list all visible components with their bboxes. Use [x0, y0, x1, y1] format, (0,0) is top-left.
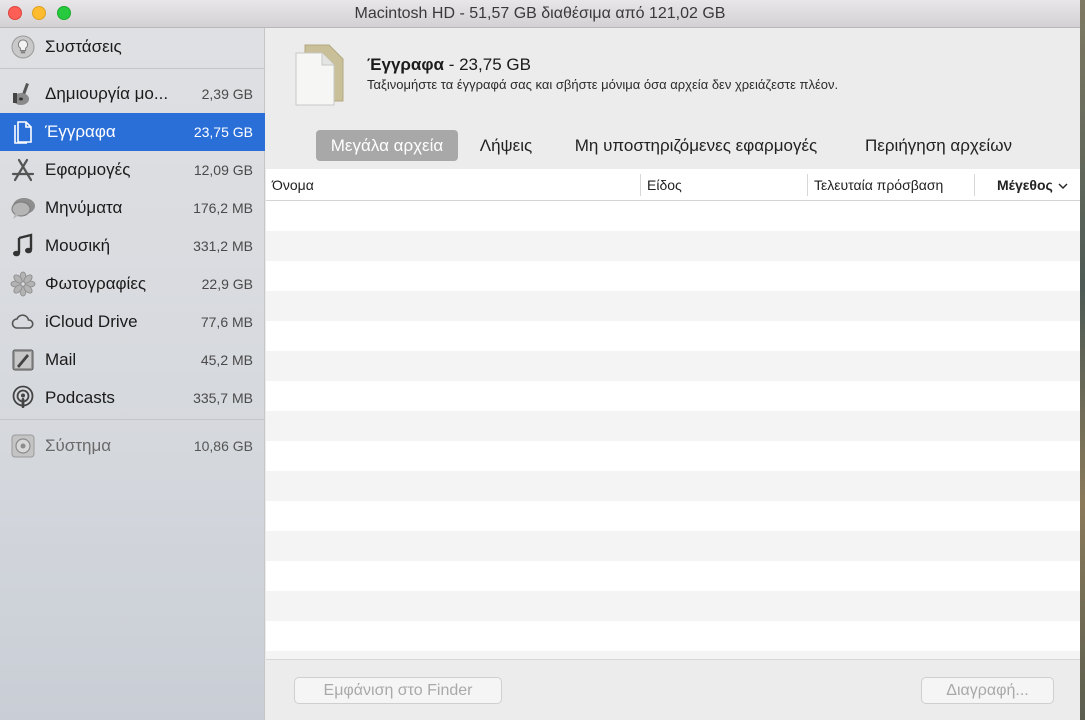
sidebar-item-size: 10,86 GB	[193, 438, 253, 454]
sidebar-item-icloud-drive[interactable]: iCloud Drive 77,6 MB	[0, 303, 265, 341]
sidebar-item-applications[interactable]: Εφαρμογές 12,09 GB	[0, 151, 265, 189]
sidebar-item-music[interactable]: Μουσική 331,2 MB	[0, 227, 265, 265]
lightbulb-icon	[9, 34, 36, 61]
table-row	[266, 321, 1080, 351]
column-header-name[interactable]: Όνομα	[272, 177, 314, 193]
photos-icon	[9, 271, 36, 298]
sidebar-item-label: Εφαρμογές	[45, 160, 131, 179]
sidebar-item-system: Σύστημα 10,86 GB	[0, 427, 265, 465]
table-row	[266, 261, 1080, 291]
table-row	[266, 591, 1080, 621]
sidebar-item-photos[interactable]: Φωτογραφίες 22,9 GB	[0, 265, 265, 303]
table-row	[266, 621, 1080, 651]
sidebar-item-label: Έγγραφα	[45, 122, 116, 141]
table-row	[266, 291, 1080, 321]
table-header: Όνομα Είδος Τελευταία πρόσβαση Μέγεθος	[266, 169, 1080, 201]
sidebar-item-size: 22,9 GB	[201, 276, 253, 292]
sidebar-item-documents[interactable]: Έγγραφα 23,75 GB	[0, 113, 265, 151]
music-note-icon	[9, 233, 36, 260]
sidebar-item-size: 77,6 MB	[200, 314, 253, 330]
sidebar-item-creation[interactable]: Δημιουργία μο... 2,39 GB	[0, 75, 265, 113]
table-row	[266, 471, 1080, 501]
sidebar-item-size: 45,2 MB	[200, 352, 253, 368]
sidebar-item-size: 331,2 MB	[193, 238, 253, 254]
table-row	[266, 441, 1080, 471]
sidebar: Συστάσεις Δημιουργία μο... 2,39 GB Έγγρα…	[0, 28, 265, 720]
tab-file-browser[interactable]: Περιήγηση αρχείων	[856, 130, 1021, 161]
cloud-icon	[9, 309, 36, 336]
sidebar-item-recommendations[interactable]: Συστάσεις	[0, 28, 265, 66]
sidebar-item-size: 12,09 GB	[193, 162, 253, 178]
document-icon	[293, 43, 345, 107]
file-list[interactable]	[266, 201, 1080, 659]
system-disk-icon	[9, 433, 36, 460]
document-icon	[9, 119, 36, 146]
sidebar-item-label: Mail	[45, 350, 77, 369]
window-title: Macintosh HD - 51,57 GB διαθέσιμα από 12…	[354, 5, 726, 22]
page-title: Έγγραφα - 23,75 GB	[367, 55, 531, 75]
category-description: Ταξινομήστε τα έγγραφά σας και σβήστε μό…	[367, 77, 839, 92]
sidebar-item-mail[interactable]: Mail 45,2 MB	[0, 341, 265, 379]
table-row	[266, 531, 1080, 561]
column-header-kind[interactable]: Είδος	[647, 177, 682, 193]
sidebar-item-size: 23,75 GB	[193, 124, 253, 140]
sidebar-item-size: 335,7 MB	[193, 390, 253, 406]
column-divider[interactable]	[974, 174, 975, 196]
tab-bar: Μεγάλα αρχεία Λήψεις Μη υποστηριζόμενες …	[266, 128, 1080, 164]
table-row	[266, 201, 1080, 231]
messages-icon	[9, 195, 36, 222]
tab-downloads[interactable]: Λήψεις	[472, 130, 540, 161]
column-divider[interactable]	[640, 174, 641, 196]
table-row	[266, 561, 1080, 591]
sidebar-item-label: Podcasts	[45, 388, 115, 407]
sidebar-item-label: Σύστημα	[45, 436, 112, 455]
sidebar-item-label: Μουσική	[45, 236, 111, 255]
storage-management-window: Macintosh HD - 51,57 GB διαθέσιμα από 12…	[0, 0, 1080, 720]
sidebar-item-label: Συστάσεις	[45, 37, 122, 56]
category-size: - 23,75 GB	[444, 55, 531, 74]
podcasts-icon	[9, 385, 36, 412]
footer-bar: Εμφάνιση στο Finder Διαγραφή...	[266, 659, 1080, 720]
sidebar-divider	[0, 419, 265, 420]
category-name: Έγγραφα	[367, 55, 444, 74]
table-row	[266, 651, 1080, 659]
tab-unsupported-apps[interactable]: Μη υποστηριζόμενες εφαρμογές	[561, 130, 831, 161]
column-header-label: Μέγεθος	[997, 177, 1053, 193]
sidebar-item-size: 176,2 MB	[193, 200, 253, 216]
sidebar-divider	[0, 68, 265, 69]
chevron-down-icon	[1058, 183, 1068, 189]
mail-icon	[9, 347, 36, 374]
sidebar-item-label: Μηνύματα	[45, 198, 123, 217]
sidebar-item-label: iCloud Drive	[45, 312, 138, 331]
table-row	[266, 501, 1080, 531]
column-header-last-accessed[interactable]: Τελευταία πρόσβαση	[814, 177, 943, 193]
sidebar-item-messages[interactable]: Μηνύματα 176,2 MB	[0, 189, 265, 227]
delete-button[interactable]: Διαγραφή...	[921, 677, 1054, 704]
column-header-size[interactable]: Μέγεθος	[997, 177, 1068, 193]
main-panel: Έγγραφα - 23,75 GB Ταξινομήστε τα έγγραφ…	[266, 28, 1080, 720]
tab-large-files[interactable]: Μεγάλα αρχεία	[316, 130, 458, 161]
table-row	[266, 411, 1080, 441]
guitar-icon	[9, 81, 36, 108]
column-divider[interactable]	[807, 174, 808, 196]
sidebar-item-label: Φωτογραφίες	[45, 274, 147, 293]
app-store-icon	[9, 157, 36, 184]
table-row	[266, 351, 1080, 381]
show-in-finder-button[interactable]: Εμφάνιση στο Finder	[294, 677, 502, 704]
sidebar-item-label: Δημιουργία μο...	[45, 84, 169, 103]
table-row	[266, 381, 1080, 411]
table-row	[266, 231, 1080, 261]
sidebar-item-podcasts[interactable]: Podcasts 335,7 MB	[0, 379, 265, 417]
title-bar[interactable]: Macintosh HD - 51,57 GB διαθέσιμα από 12…	[0, 0, 1080, 28]
sidebar-item-size: 2,39 GB	[201, 86, 253, 102]
